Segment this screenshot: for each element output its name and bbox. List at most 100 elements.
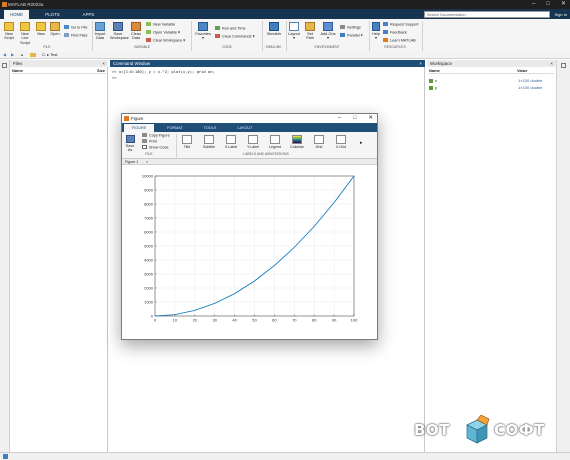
xlabel-button[interactable]: X-Label — [222, 135, 240, 149]
import-data-label: Import Data — [94, 32, 106, 41]
title-button[interactable]: Title — [178, 135, 196, 149]
clear-commands-label: Clear Commands — [222, 34, 252, 39]
grid-button[interactable]: Grid — [310, 135, 328, 149]
feedback-button[interactable]: Feedback — [383, 30, 407, 36]
command-prompt[interactable]: >> — [112, 75, 117, 80]
maximize-icon[interactable]: □ — [353, 114, 356, 123]
files-panel[interactable]: Name Size — [10, 67, 108, 452]
search-input[interactable]: Search Documentation — [424, 11, 550, 18]
legend-button-label: Legend — [269, 145, 281, 149]
tab-apps[interactable]: APPS — [76, 10, 101, 19]
show-code-checkbox[interactable]: Show Code — [142, 145, 169, 151]
close-icon[interactable]: ✕ — [561, 0, 566, 9]
plot-area[interactable]: 0 10 20 30 40 50 60 70 80 90 100 01000200030004000… — [122, 165, 377, 339]
files-col-name[interactable]: Name — [12, 68, 23, 73]
files-col-size[interactable]: Size — [97, 68, 105, 74]
close-icon[interactable]: × — [419, 60, 422, 67]
x-tick-label: 50 — [252, 318, 257, 323]
subtitle-icon — [204, 135, 214, 144]
files-toggle-icon[interactable] — [2, 63, 7, 68]
close-icon[interactable]: × — [550, 60, 553, 67]
help-button[interactable]: Help ▾ — [371, 22, 381, 41]
find-files-button[interactable]: Find Files — [64, 33, 87, 39]
up-folder-icon[interactable]: ▲ — [20, 51, 24, 59]
workspace-col-value[interactable]: Value — [517, 68, 527, 74]
new-live-script-button[interactable]: New Live Script — [18, 22, 32, 45]
new-variable-button[interactable]: New Variable — [146, 22, 175, 28]
save-as-button[interactable]: Save As — [124, 135, 136, 153]
maximize-icon[interactable]: □ — [546, 0, 550, 9]
ribbon-scroll-icon[interactable]: ▸ — [360, 140, 363, 146]
close-icon[interactable]: ✕ — [368, 114, 373, 123]
search-icon — [64, 33, 69, 37]
open-variable-icon — [146, 30, 151, 34]
window-controls: – □ ✕ — [532, 0, 566, 9]
simulink-icon — [269, 22, 279, 31]
figure-tab-figure[interactable]: FIGURE — [124, 124, 154, 132]
figure-tab-tools[interactable]: TOOLS — [196, 124, 224, 132]
forward-icon[interactable]: ▶ — [11, 51, 14, 59]
workspace-var-name: y — [435, 85, 437, 90]
close-icon[interactable]: × — [102, 60, 105, 67]
subtitle-button[interactable]: Subtitle — [200, 135, 218, 149]
open-button[interactable]: Open — [49, 22, 61, 36]
folder-icon — [30, 53, 36, 57]
request-support-button[interactable]: Request Support — [383, 22, 419, 28]
minimize-icon[interactable]: – — [338, 114, 341, 123]
new-script-button[interactable]: New Script — [2, 22, 16, 41]
save-workspace-button[interactable]: Save Workspace — [110, 22, 129, 41]
new-variable-icon — [146, 22, 151, 26]
workspace-var-row[interactable]: x — [429, 78, 437, 83]
request-support-label: Request Support — [390, 22, 419, 27]
tab-plots[interactable]: PLOTS — [40, 10, 65, 19]
parallel-button[interactable]: Parallel ▾ — [340, 33, 363, 39]
set-path-button[interactable]: Set Path — [303, 22, 317, 41]
favorites-button[interactable]: Favorites ▾ — [194, 22, 212, 41]
workspace-var-row[interactable]: y — [429, 85, 437, 90]
copy-figure-button[interactable]: Copy Figure — [142, 133, 170, 139]
clean-data-button[interactable]: Clean Data — [130, 22, 142, 41]
settings-button[interactable]: Settings — [340, 25, 361, 31]
watermark-left-text: BOT — [414, 421, 450, 439]
group-file-label: FILE — [43, 45, 51, 49]
ylabel-button-label: Y-Label — [246, 145, 260, 149]
show-code-label: Show Code — [149, 145, 169, 150]
print-button[interactable]: Print — [142, 139, 157, 145]
sign-in-link[interactable]: Sign In — [555, 11, 567, 18]
run-and-time-button[interactable]: Run and Time — [215, 26, 246, 32]
workspace-col-name[interactable]: Name — [429, 68, 440, 73]
back-icon[interactable]: ◀ — [3, 51, 6, 59]
open-variable-button[interactable]: Open Variable ▾ — [146, 30, 180, 36]
new-script-label: New Script — [4, 32, 14, 41]
learn-matlab-button[interactable]: Learn MATLAB — [383, 38, 416, 44]
new-live-script-icon — [20, 22, 30, 31]
figure-tab-layout[interactable]: LAYOUT — [230, 124, 260, 132]
go-to-file-button[interactable]: Go to File — [64, 25, 87, 31]
layout-button[interactable]: Layout ▾ — [288, 22, 300, 41]
copy-icon — [142, 133, 147, 137]
clear-commands-button[interactable]: Clear Commands ▾ — [215, 34, 255, 40]
ylabel-button[interactable]: Y-Label — [244, 135, 262, 149]
workspace-toggle-icon[interactable] — [561, 63, 566, 68]
group-resources-label: RESOURCES — [384, 45, 406, 49]
legend-button[interactable]: Legend — [266, 135, 284, 149]
tab-home[interactable]: HOME — [4, 10, 29, 19]
import-data-button[interactable]: Import Data — [94, 22, 106, 41]
watermark-right-text: COФТ — [494, 421, 545, 439]
workspace-var-value: 1×100 double — [518, 85, 543, 90]
clear-workspace-button[interactable]: Clear Workspace ▾ — [146, 38, 185, 44]
workspace-var-value: 1×100 double — [518, 78, 543, 83]
add-ons-button[interactable]: Add-Ons ▾ — [320, 22, 336, 41]
minimize-icon[interactable]: – — [532, 0, 535, 9]
colorbar-button[interactable]: Colorbar — [288, 135, 306, 149]
new-button[interactable]: New — [35, 22, 47, 36]
x-grid-button[interactable]: X-Grid — [332, 135, 350, 149]
favorites-label: Favorites — [195, 32, 211, 36]
figure-window[interactable]: Figure – □ ✕ FIGURE FORMAT TOOLS LAYOUT … — [121, 113, 378, 340]
workspace-panel-title: Workspace — [430, 61, 452, 66]
current-path[interactable]: C: ▸ Test — [42, 51, 58, 59]
figure-tab-format[interactable]: FORMAT — [160, 124, 190, 132]
workspace-panel[interactable]: Name Value — [427, 67, 556, 452]
plus-icon — [36, 22, 46, 31]
simulink-button[interactable]: Simulink — [265, 22, 283, 36]
